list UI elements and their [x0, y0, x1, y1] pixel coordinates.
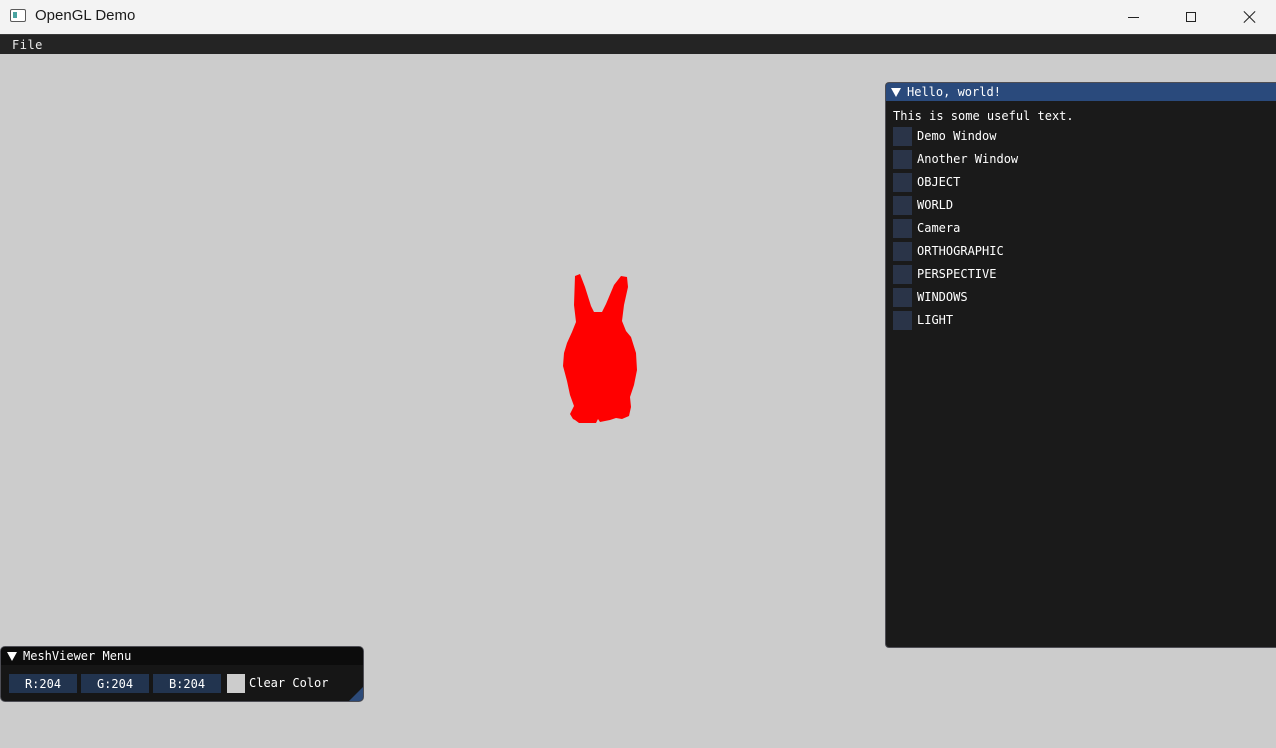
clear-color-label: Clear Color — [249, 676, 329, 690]
resize-grip-icon[interactable] — [349, 687, 363, 701]
checkbox-label: ORTHOGRAPHIC — [917, 244, 1004, 258]
minimize-button[interactable] — [1104, 0, 1162, 34]
meshviewer-menu-title: MeshViewer Menu — [23, 649, 132, 663]
hello-world-panel[interactable]: Hello, world! This is some useful text. … — [885, 82, 1276, 648]
checkbox[interactable] — [893, 287, 912, 307]
checkbox[interactable] — [893, 218, 912, 238]
menu-bar: File — [0, 34, 1276, 54]
clear-color-swatch[interactable] — [227, 674, 245, 693]
window-title: OpenGL Demo — [35, 7, 136, 24]
checkbox-label: PERSPECTIVE — [917, 267, 997, 281]
checkbox-row[interactable]: Demo Window — [893, 126, 996, 146]
checkbox[interactable] — [893, 149, 912, 169]
meshviewer-menu-panel[interactable]: MeshViewer Menu R:204 G:204 B:204 Clear … — [0, 646, 364, 702]
checkbox-row[interactable]: Camera — [893, 218, 960, 238]
checkbox[interactable] — [893, 172, 912, 192]
close-button[interactable] — [1220, 0, 1276, 34]
maximize-button[interactable] — [1162, 0, 1220, 34]
checkbox-row[interactable]: PERSPECTIVE — [893, 264, 996, 284]
menu-file[interactable]: File — [12, 38, 43, 52]
meshviewer-menu-header[interactable]: MeshViewer Menu — [1, 647, 363, 665]
hello-world-header[interactable]: Hello, world! — [886, 83, 1276, 101]
checkbox-row[interactable]: ORTHOGRAPHIC — [893, 241, 1004, 261]
window-title-bar[interactable]: OpenGL Demo — [0, 0, 1276, 34]
checkbox-row[interactable]: OBJECT — [893, 172, 960, 192]
bunny-mesh — [563, 274, 637, 423]
blue-channel-field[interactable]: B:204 — [153, 674, 221, 693]
render-viewport[interactable]: Hello, world! This is some useful text. … — [0, 54, 1276, 748]
checkbox-row[interactable]: Another Window — [893, 149, 1018, 169]
collapse-triangle-icon[interactable] — [7, 651, 17, 661]
checkbox-row[interactable]: LIGHT — [893, 310, 953, 330]
checkbox-label: OBJECT — [917, 175, 961, 189]
hello-world-title: Hello, world! — [907, 85, 1001, 99]
close-icon — [1242, 10, 1256, 24]
checkbox[interactable] — [893, 126, 912, 146]
collapse-triangle-icon[interactable] — [891, 87, 901, 97]
maximize-icon — [1186, 12, 1196, 22]
checkbox-row[interactable]: WINDOWS — [893, 287, 968, 307]
checkbox-label: LIGHT — [917, 313, 954, 327]
checkbox[interactable] — [893, 264, 912, 284]
red-channel-field[interactable]: R:204 — [9, 674, 77, 693]
useful-text: This is some useful text. — [893, 109, 1074, 123]
bunny-silhouette — [563, 274, 637, 423]
green-channel-field[interactable]: G:204 — [81, 674, 149, 693]
checkbox[interactable] — [893, 241, 912, 261]
checkbox-label: WINDOWS — [917, 290, 968, 304]
checkbox-label: Camera — [917, 221, 961, 235]
checkbox-label: Another Window — [917, 152, 1019, 166]
checkbox[interactable] — [893, 195, 912, 215]
app-icon — [10, 9, 26, 22]
minimize-icon — [1127, 16, 1139, 18]
checkbox-label: Demo Window — [917, 129, 997, 143]
checkbox[interactable] — [893, 310, 912, 330]
checkbox-label: WORLD — [917, 198, 954, 212]
checkbox-row[interactable]: WORLD — [893, 195, 953, 215]
